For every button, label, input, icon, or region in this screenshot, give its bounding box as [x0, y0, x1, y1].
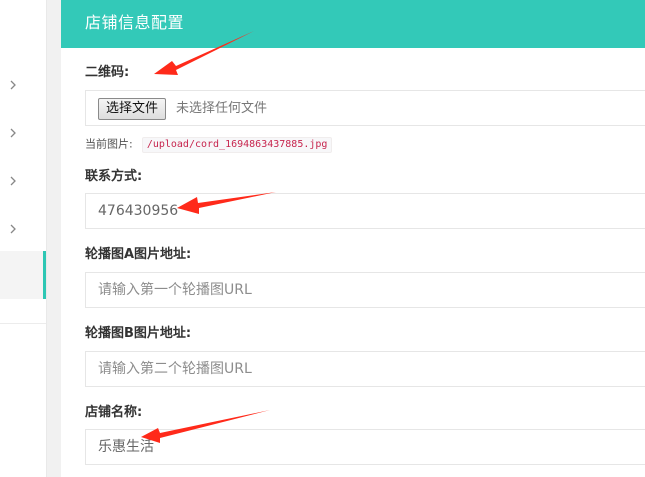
- chevron-right-icon: [10, 80, 16, 90]
- current-image-path: /upload/cord_1694863437885.jpg: [141, 136, 333, 153]
- current-image: 当前图片: /upload/cord_1694863437885.jpg: [85, 134, 333, 153]
- qrcode-file-field: 选择文件 未选择任何文件: [85, 90, 645, 126]
- sidebar: [0, 0, 47, 477]
- carousel-a-label: 轮播图A图片地址:: [85, 247, 192, 262]
- carousel-b-label: 轮播图B图片地址:: [85, 326, 192, 341]
- shop-name-value: 乐惠生活: [98, 439, 154, 455]
- chevron-right-icon: [10, 224, 16, 234]
- shop-name-label: 店铺名称:: [85, 405, 143, 420]
- contact-input[interactable]: 476430956: [85, 193, 645, 229]
- shop-name-input[interactable]: 乐惠生活: [85, 429, 645, 465]
- sidebar-item[interactable]: [0, 72, 46, 102]
- panel-header: 店铺信息配置: [61, 0, 645, 48]
- carousel-b-input[interactable]: 请输入第二个轮播图URL: [85, 351, 645, 387]
- contact-value: 476430956: [98, 203, 179, 219]
- contact-label: 联系方式:: [85, 169, 143, 184]
- carousel-a-input[interactable]: 请输入第一个轮播图URL: [85, 272, 645, 308]
- current-image-label: 当前图片:: [85, 137, 133, 151]
- sidebar-item-active[interactable]: [0, 251, 46, 299]
- chevron-right-icon: [10, 176, 16, 186]
- active-indicator: [43, 251, 46, 299]
- sidebar-item[interactable]: [0, 120, 46, 150]
- qrcode-label: 二维码:: [85, 65, 130, 80]
- carousel-b-placeholder: 请输入第二个轮播图URL: [98, 361, 252, 377]
- choose-file-button[interactable]: 选择文件: [98, 98, 167, 120]
- sidebar-item[interactable]: [0, 168, 46, 198]
- file-status-text: 未选择任何文件: [176, 101, 268, 116]
- sidebar-divider: [0, 323, 46, 324]
- carousel-a-placeholder: 请输入第一个轮播图URL: [98, 282, 252, 298]
- shop-config-panel: 店铺信息配置 二维码: 选择文件 未选择任何文件 当前图片: /upload/c…: [61, 0, 645, 477]
- sidebar-item[interactable]: [0, 216, 46, 246]
- chevron-right-icon: [10, 128, 16, 138]
- panel-title: 店铺信息配置: [85, 13, 185, 32]
